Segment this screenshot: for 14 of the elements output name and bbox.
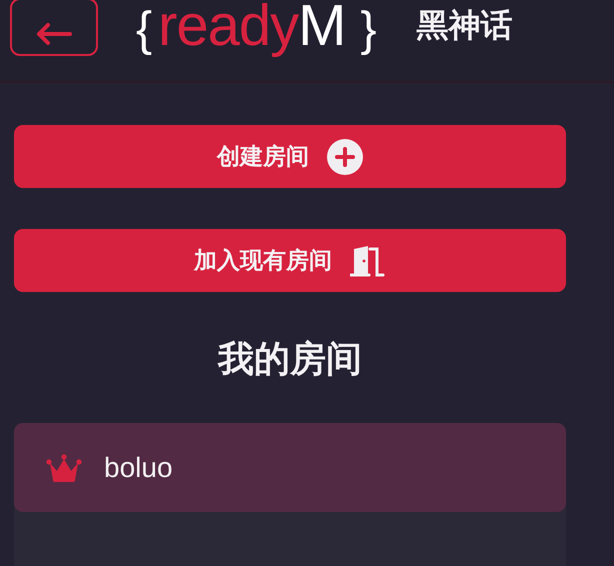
logo-word: ready bbox=[158, 0, 298, 54]
door-icon bbox=[350, 244, 386, 276]
plus-icon bbox=[327, 138, 363, 174]
join-room-button[interactable]: 加入现有房间 bbox=[14, 229, 566, 292]
create-room-button[interactable]: 创建房间 bbox=[14, 125, 566, 188]
back-arrow-icon bbox=[34, 22, 74, 46]
room-name: boluo bbox=[104, 452, 173, 484]
room-item[interactable]: boluo bbox=[14, 423, 566, 512]
back-button[interactable] bbox=[10, 0, 98, 56]
logo-letter: M bbox=[298, 0, 346, 54]
page-title: 黑神话 bbox=[416, 4, 512, 46]
logo-brace: { bbox=[136, 6, 152, 54]
section-heading: 我的房间 bbox=[216, 338, 363, 382]
logo-brace: } bbox=[360, 6, 376, 54]
